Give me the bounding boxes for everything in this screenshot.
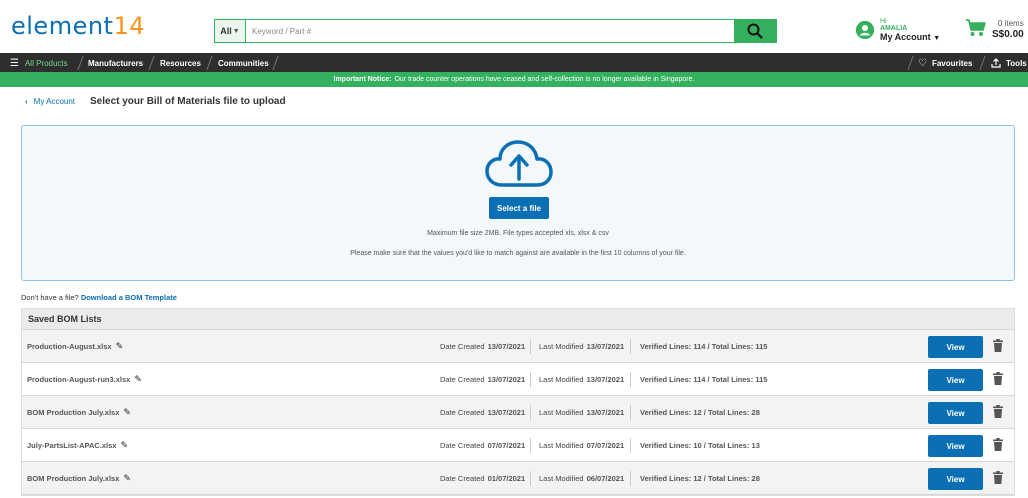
file-name: BOM Production July.xlsx: [27, 407, 120, 417]
user-icon: [856, 21, 874, 39]
chevron-left-icon: ‹: [25, 97, 28, 106]
view-button[interactable]: View: [928, 468, 983, 490]
date-created: Date Created 07/07/2021: [440, 441, 526, 450]
trash-icon[interactable]: [993, 471, 1003, 484]
view-button[interactable]: View: [928, 336, 983, 358]
date-created: Date Created 01/07/2021: [440, 474, 526, 483]
no-file-text: Don't have a file? Download a BOM Templa…: [21, 293, 177, 302]
file-name: Production-August-run3.xlsx: [27, 374, 131, 384]
important-notice-banner: Important Notice: Our trade counter opera…: [0, 72, 1028, 87]
upload-dropzone[interactable]: Select a file Maximum file size 2MB. Fil…: [21, 125, 1015, 281]
search-bar: All ▼: [214, 19, 777, 43]
pencil-icon[interactable]: ✎: [116, 341, 124, 352]
file-name: BOM Production July.xlsx: [27, 473, 120, 483]
nav-manufacturers[interactable]: Manufacturers: [88, 53, 143, 73]
pencil-icon[interactable]: ✎: [123, 407, 131, 418]
last-modified: Last Modified 07/07/2021: [530, 438, 624, 453]
trash-icon[interactable]: [993, 405, 1003, 418]
table-row: Production-August-run3.xlsx ✎ Date Creat…: [22, 363, 1014, 396]
pencil-icon[interactable]: ✎: [123, 473, 131, 484]
heart-icon: ♡: [918, 57, 927, 69]
date-created: Date Created 13/07/2021: [440, 408, 526, 417]
view-button[interactable]: View: [928, 402, 983, 424]
pencil-icon[interactable]: ✎: [120, 440, 128, 451]
breadcrumb-back[interactable]: ‹ My Account: [25, 97, 75, 106]
table-row: July-PartsList-APAC.xlsx ✎ Date Created 0…: [22, 429, 1014, 462]
nav-all-products[interactable]: ☰ All Products: [10, 53, 68, 73]
view-button[interactable]: View: [928, 435, 983, 457]
last-modified: Last Modified 13/07/2021: [530, 372, 624, 387]
element14-logo[interactable]: element14: [11, 12, 145, 40]
nav-favourites[interactable]: ♡ Favourites: [918, 53, 972, 73]
verified-lines: Verified Lines: 114 / Total Lines: 115: [630, 372, 767, 387]
caret-down-icon: ▼: [232, 27, 240, 35]
view-button[interactable]: View: [928, 369, 983, 391]
cart-total: S$0.00: [992, 28, 1024, 40]
upload-icon: [991, 58, 1001, 68]
saved-bom-lists: Saved BOM Lists Production-August.xlsx ✎…: [21, 308, 1015, 496]
search-scope-dropdown[interactable]: All ▼: [215, 20, 246, 42]
cart[interactable]: 0 items S$0.00: [966, 19, 1024, 41]
last-modified: Last Modified 13/07/2021: [530, 405, 624, 420]
cart-icon: [966, 19, 986, 36]
trash-icon[interactable]: [993, 339, 1003, 352]
cart-item-count: 0 items: [997, 19, 1024, 28]
nav-tools[interactable]: Tools: [991, 53, 1027, 73]
verified-lines: Verified Lines: 10 / Total Lines: 13: [630, 438, 760, 453]
cloud-upload-icon: [485, 140, 553, 187]
select-file-button[interactable]: Select a file: [489, 197, 549, 219]
date-created: Date Created 13/07/2021: [440, 342, 526, 351]
my-account-label: My Account: [880, 32, 931, 42]
search-input[interactable]: [246, 20, 734, 42]
saved-bom-lists-title: Saved BOM Lists: [22, 309, 1014, 330]
account-menu[interactable]: Hi AMALIA My Account ▼: [856, 17, 940, 43]
main-nav: ☰ All Products Manufacturers Resources C…: [0, 53, 1028, 73]
page-title: Select your Bill of Materials file to up…: [90, 96, 286, 107]
hamburger-icon: ☰: [10, 57, 19, 69]
pencil-icon[interactable]: ✎: [134, 374, 142, 385]
table-row: Production-August.xlsx ✎ Date Created 13/…: [22, 330, 1014, 363]
search-button[interactable]: [734, 20, 776, 42]
table-row: BOM Production July.xlsx ✎ Date Created 0…: [22, 462, 1014, 495]
caret-down-icon: ▼: [933, 35, 941, 42]
search-icon: [747, 23, 763, 39]
trash-icon[interactable]: [993, 438, 1003, 451]
verified-lines: Verified Lines: 12 / Total Lines: 28: [630, 471, 760, 486]
table-row: BOM Production July.xlsx ✎ Date Created 1…: [22, 396, 1014, 429]
site-header: element14 All▼ Hi AMALIA My Account ▼: [0, 0, 1028, 53]
verified-lines: Verified Lines: 114 / Total Lines: 115: [630, 339, 767, 354]
nav-communities[interactable]: Communities: [218, 53, 269, 73]
user-name: AMALIA: [880, 25, 908, 32]
download-bom-template-link[interactable]: Download a BOM Template: [81, 293, 177, 302]
verified-lines: Verified Lines: 12 / Total Lines: 28: [630, 405, 760, 420]
last-modified: Last Modified 13/07/2021: [530, 339, 624, 354]
date-created: Date Created 13/07/2021: [440, 375, 526, 384]
greeting: Hi: [880, 18, 887, 25]
file-name: July-PartsList-APAC.xlsx: [27, 440, 117, 450]
columns-hint: Please make sure that the values you'd l…: [350, 250, 686, 257]
last-modified: Last Modified 06/07/2021: [530, 471, 624, 486]
file-size-hint: Maximum file size 2MB. File types accept…: [427, 230, 609, 237]
nav-resources[interactable]: Resources: [160, 53, 201, 73]
file-name: Production-August.xlsx: [27, 341, 112, 351]
trash-icon[interactable]: [993, 372, 1003, 385]
